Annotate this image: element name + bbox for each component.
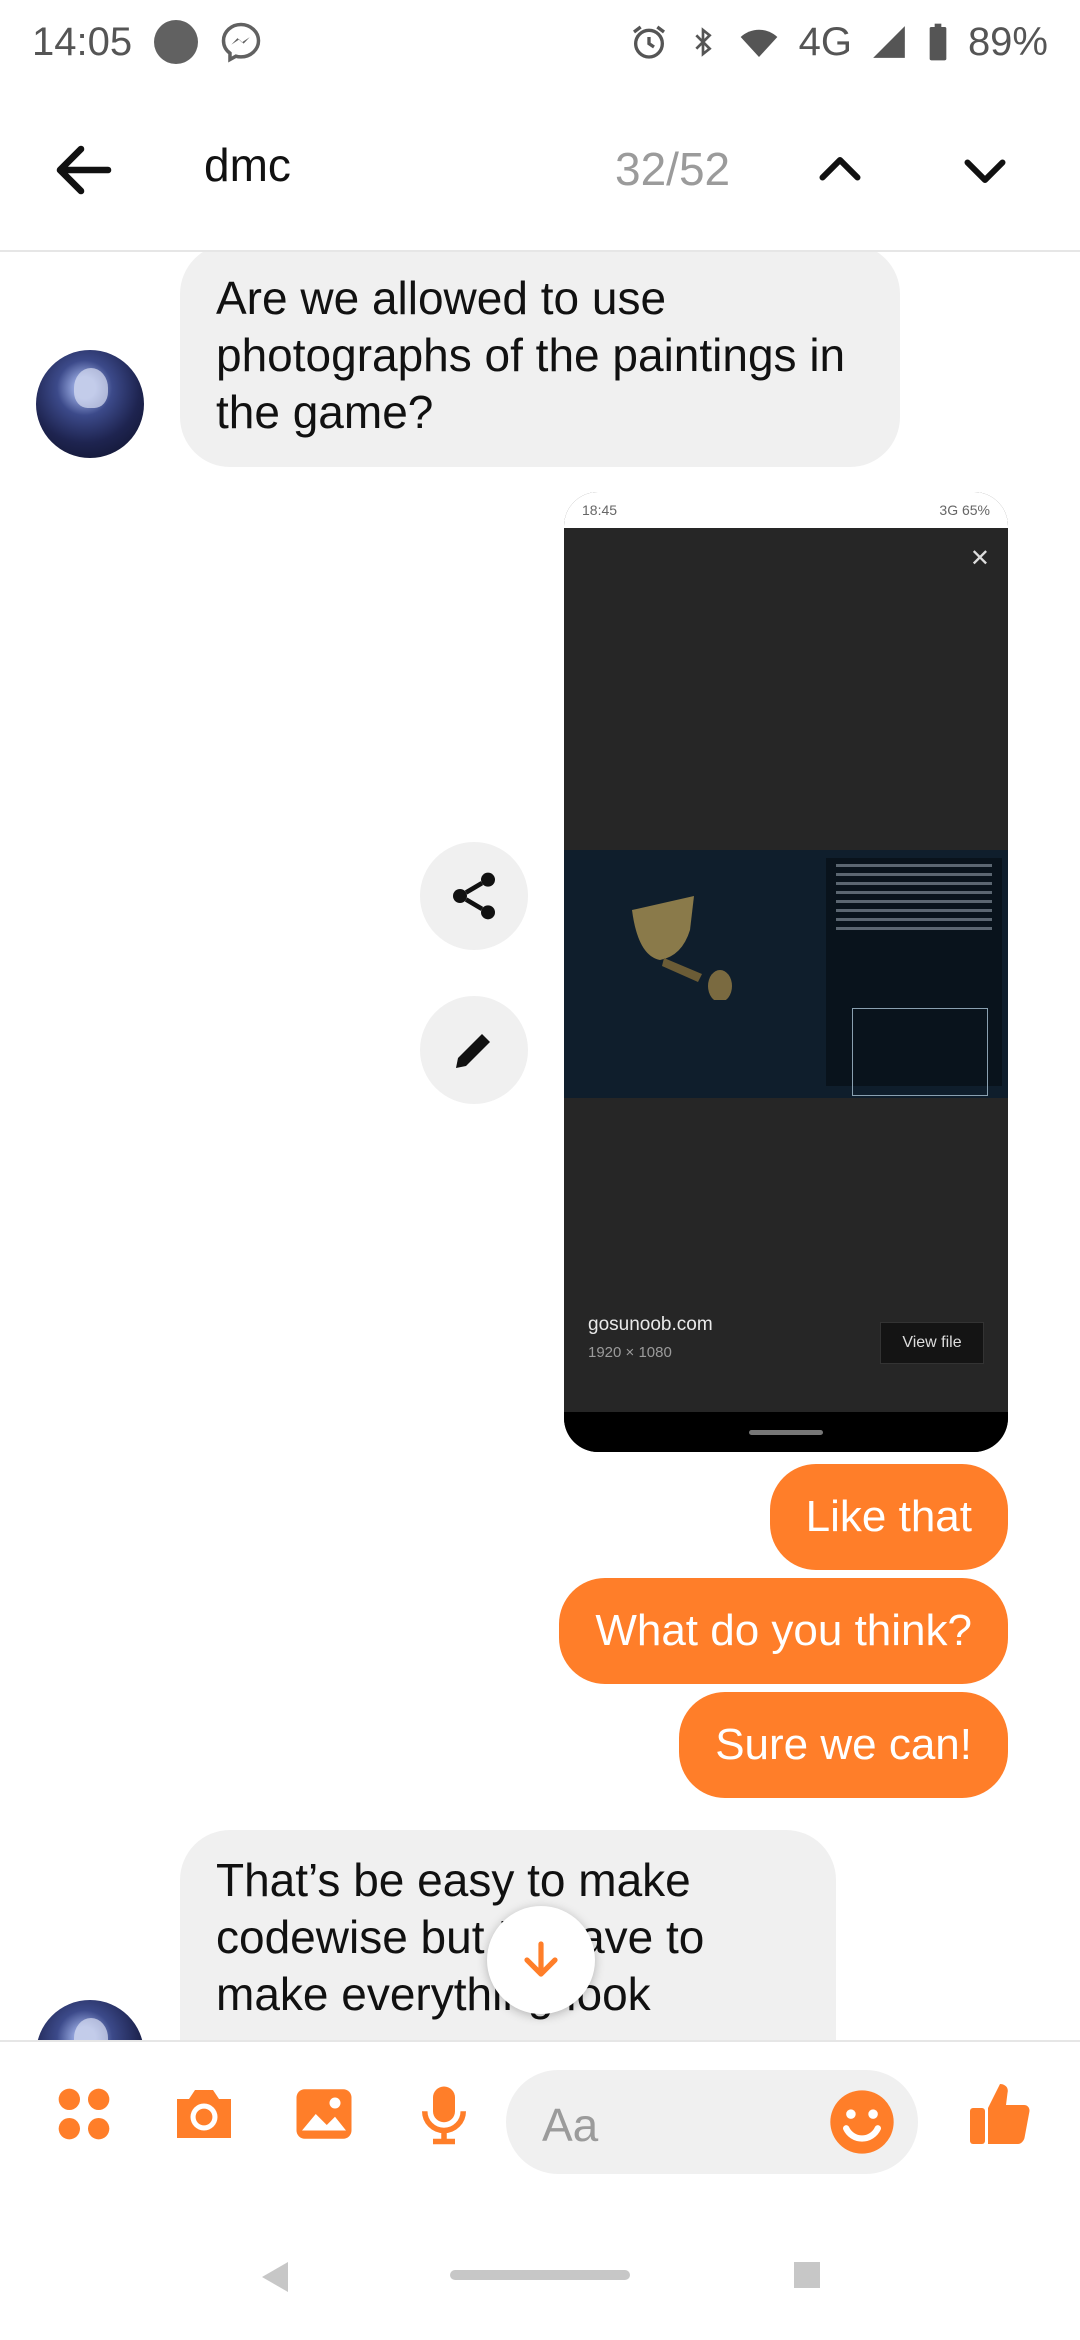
system-navigation-bar	[0, 2190, 1080, 2340]
goblet-photo	[564, 850, 1008, 1098]
message-composer: Aa	[0, 2040, 1080, 2190]
like-button[interactable]	[960, 2074, 1040, 2154]
contact-avatar[interactable]	[36, 350, 144, 458]
thumbs-up-icon	[970, 2084, 1030, 2144]
attachment-status-bar: 18:45 3G 65%	[564, 492, 1008, 528]
wifi-icon	[740, 29, 777, 57]
system-home-button[interactable]	[450, 2270, 630, 2280]
image-icon	[296, 2089, 352, 2139]
camera-button[interactable]	[164, 2074, 244, 2154]
status-time: 14:05	[32, 19, 133, 64]
pencil-icon	[456, 1034, 490, 1068]
next-result-chevron-down-icon[interactable]	[955, 140, 1015, 200]
message-input-placeholder: Aa	[542, 2099, 599, 2151]
outgoing-message[interactable]: Sure we can!	[679, 1692, 1008, 1798]
image-attachment[interactable]: 18:45 3G 65% ✕ gosunoob.com 1920 × 1080 …	[564, 492, 1008, 1452]
search-header: dmc 32/52	[0, 84, 1080, 252]
status-bar: 14:05 4G 89%	[0, 0, 1080, 84]
outgoing-message[interactable]: Like that	[769, 1464, 1008, 1570]
share-icon	[453, 872, 495, 920]
attachment-status-time: 18:45	[582, 502, 618, 518]
camera-icon	[177, 2090, 231, 2138]
attachment-domain: gosunoob.com	[588, 1314, 713, 1335]
message-input[interactable]: Aa	[506, 2070, 918, 2174]
alarm-icon	[632, 25, 665, 59]
attachment-nav-bar	[564, 1412, 1008, 1452]
battery-level: 89%	[967, 19, 1048, 64]
scroll-to-bottom-button[interactable]	[487, 1906, 595, 2014]
voice-button[interactable]	[404, 2074, 484, 2154]
battery-icon	[929, 23, 947, 61]
signal-icon	[873, 26, 905, 58]
search-term[interactable]: dmc	[204, 138, 291, 192]
view-file-button: View file	[880, 1322, 984, 1364]
network-type: 4G	[798, 19, 852, 64]
system-back-icon[interactable]	[262, 2262, 288, 2292]
incoming-message[interactable]: Are we allowed to use photographs of the…	[180, 252, 900, 467]
bluetooth-icon	[694, 27, 712, 57]
outgoing-message[interactable]: What do you think?	[559, 1578, 1008, 1684]
attachment-screenshot: ✕ gosunoob.com 1920 × 1080 View file	[564, 528, 1008, 1412]
edit-button[interactable]	[420, 996, 528, 1104]
messenger-icon	[221, 22, 261, 63]
goblet-image	[632, 896, 732, 1000]
share-button[interactable]	[420, 842, 528, 950]
search-result-count: 32/52	[615, 143, 731, 195]
emoji-icon[interactable]	[824, 2084, 900, 2160]
previous-result-chevron-up-icon[interactable]	[810, 140, 870, 200]
microphone-icon	[422, 2086, 466, 2145]
arrow-down-icon	[524, 1941, 558, 1977]
more-actions-button[interactable]	[44, 2074, 124, 2154]
info-panel	[826, 858, 1002, 1096]
gallery-button[interactable]	[284, 2074, 364, 2154]
message-list[interactable]: Are we allowed to use photographs of the…	[0, 252, 1080, 2040]
attachment-dimensions: 1920 × 1080	[588, 1344, 672, 1361]
attachment-status-right: 3G 65%	[939, 502, 990, 518]
close-icon: ✕	[969, 545, 990, 572]
notification-dot-icon	[154, 20, 199, 64]
system-recents-button[interactable]	[794, 2262, 820, 2288]
four-dots-icon	[58, 2088, 110, 2140]
back-arrow-icon[interactable]	[48, 134, 120, 206]
contact-avatar[interactable]	[36, 2000, 144, 2040]
